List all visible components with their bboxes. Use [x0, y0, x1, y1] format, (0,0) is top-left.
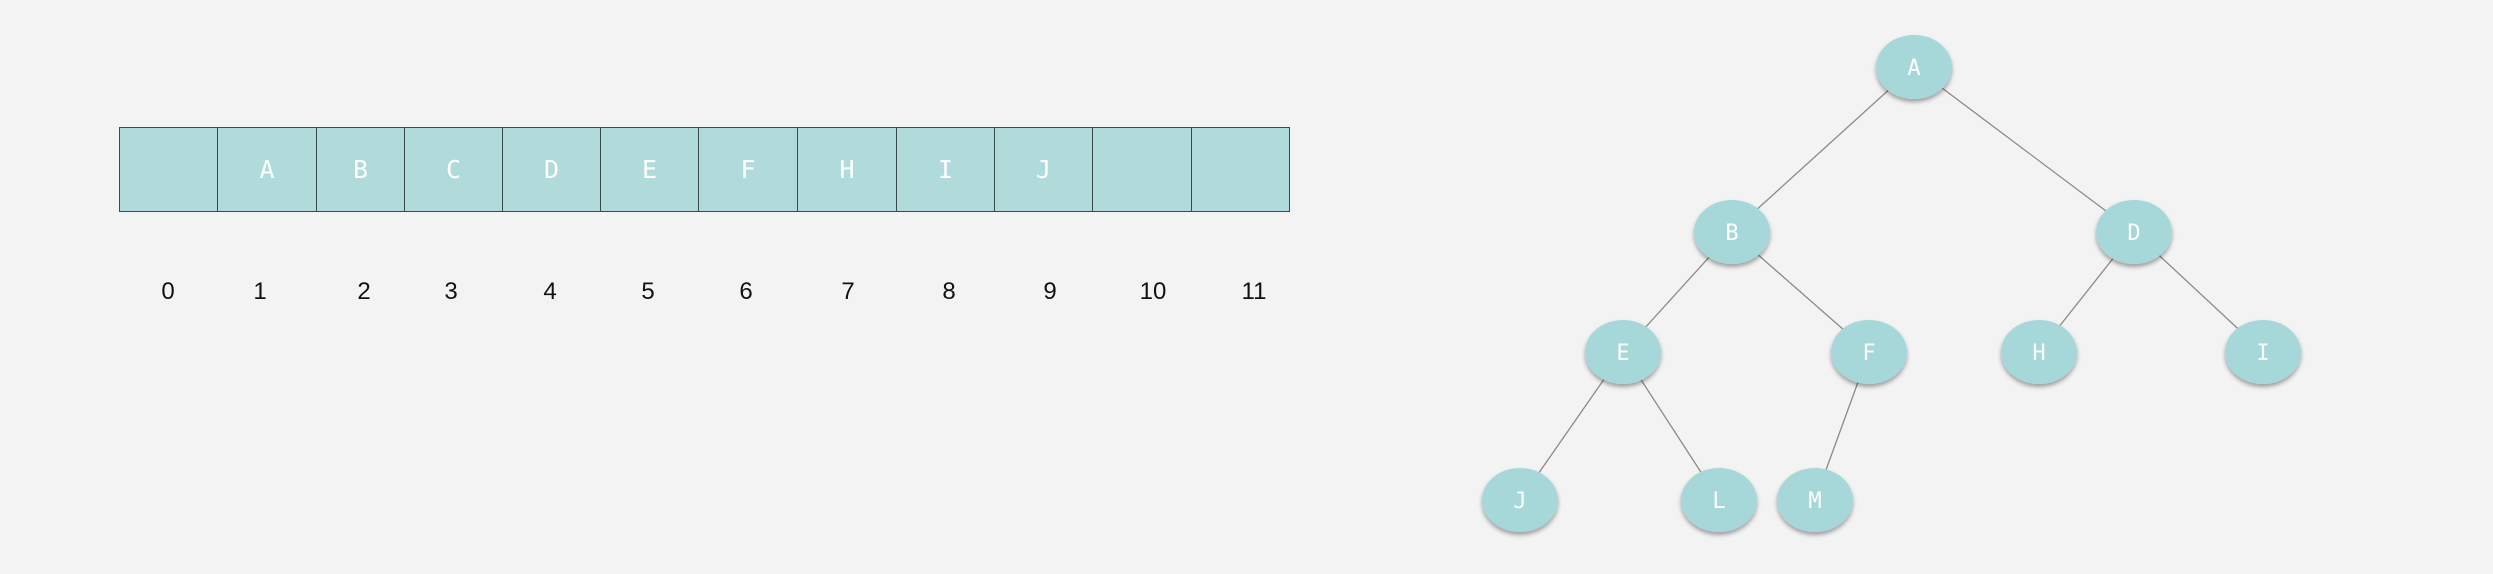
- tree-node-M: M: [1777, 468, 1853, 532]
- tree-edges: [1519, 66, 2264, 501]
- tree-node-D: D: [2096, 200, 2172, 264]
- tree-node-I: I: [2225, 320, 2301, 384]
- tree-node-label: H: [2032, 341, 2045, 366]
- edge-A-B: [1731, 66, 1915, 233]
- tree-node-B: B: [1694, 200, 1770, 264]
- tree-node-label: L: [1712, 489, 1725, 514]
- edge-A-D: [1913, 66, 2135, 233]
- tree-node-E: E: [1585, 320, 1661, 384]
- tree-node-label: A: [1907, 56, 1920, 81]
- tree-node-label: I: [2256, 341, 2269, 366]
- tree-node-F: F: [1831, 320, 1907, 384]
- tree-node-H: H: [2001, 320, 2077, 384]
- tree-nodes: A B D E F H I J L M: [1482, 35, 2301, 532]
- tree-node-label: D: [2127, 221, 2140, 246]
- tree-node-A: A: [1876, 35, 1952, 99]
- binary-tree: A B D E F H I J L M: [1482, 35, 2301, 532]
- tree-node-label: J: [1513, 489, 1526, 514]
- tree-node-label: M: [1808, 489, 1821, 514]
- tree-node-L: L: [1681, 468, 1757, 532]
- tree-node-J: J: [1482, 468, 1558, 532]
- tree-node-label: B: [1725, 221, 1738, 246]
- tree-node-label: F: [1862, 341, 1875, 366]
- tree-node-label: E: [1616, 341, 1629, 366]
